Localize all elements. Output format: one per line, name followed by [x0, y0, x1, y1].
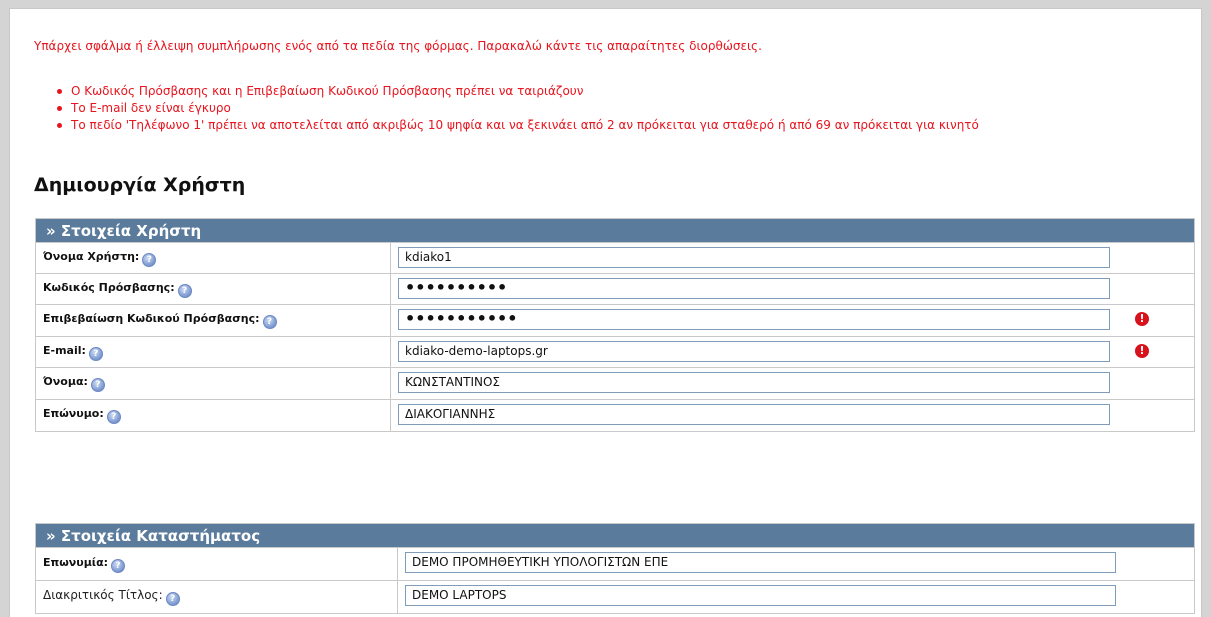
- field-value-cell: ••••••••••• !: [389, 304, 1196, 337]
- help-icon[interactable]: ?: [262, 315, 277, 329]
- form-error-message: Υπάρχει σφάλμα ή έλλειψη συμπλήρωσης ενό…: [34, 39, 762, 53]
- field-value-cell: kdiako-demo-laptops.gr !: [389, 336, 1196, 368]
- help-icon[interactable]: ?: [111, 558, 126, 573]
- store-section-header: » Στοιχεία Καταστήματος: [34, 523, 1196, 548]
- field-value-cell: kdiako1: [389, 242, 1196, 274]
- form-row-username: Όνομα Χρήστη:? kdiako1: [35, 242, 1196, 274]
- page: Υπάρχει σφάλμα ή έλλειψη συμπλήρωσης ενό…: [9, 8, 1202, 617]
- field-value-cell: DEMO ΠΡΟΜΗΘΕΥΤΙΚΗ ΥΠΟΛΟΓΙΣΤΩΝ ΕΠΕ: [396, 547, 1196, 581]
- company-name-input[interactable]: DEMO ΠΡΟΜΗΘΕΥΤΙΚΗ ΥΠΟΛΟΓΙΣΤΩΝ ΕΠΕ: [405, 552, 1116, 573]
- user-section-header: » Στοιχεία Χρήστη: [34, 218, 1196, 243]
- field-label-cell: Επώνυμο:?: [35, 399, 391, 432]
- form-row-company-name: Επωνυμία:? DEMO ΠΡΟΜΗΘΕΥΤΙΚΗ ΥΠΟΛΟΓΙΣΤΩΝ…: [35, 547, 1196, 581]
- company-name-label: Επωνυμία:: [43, 555, 109, 569]
- field-label-cell: E-mail:?: [35, 336, 391, 368]
- form-error-item: Ο Κωδικός Πρόσβασης και η Επιβεβαίωση Κω…: [56, 83, 979, 100]
- help-icon[interactable]: ?: [106, 410, 121, 424]
- field-label-cell: Διακριτικός Τίτλος:?: [35, 580, 398, 614]
- help-icon[interactable]: ?: [90, 378, 105, 392]
- store-section: » Στοιχεία Καταστήματος Επωνυμία:? DEMO …: [34, 523, 1196, 614]
- field-label-cell: Επωνυμία:?: [35, 547, 398, 581]
- section-title: » Στοιχεία Καταστήματος: [34, 523, 1196, 548]
- user-section: » Στοιχεία Χρήστη Όνομα Χρήστη:? kdiako1…: [34, 218, 1196, 432]
- field-value-cell: ••••••••••: [389, 273, 1196, 305]
- last-name-input[interactable]: ΔΙΑΚΟΓΙΑΝΝΗΣ: [398, 404, 1110, 425]
- form-row-password-confirm: Επιβεβαίωση Κωδικού Πρόσβασης:? ••••••••…: [35, 304, 1196, 337]
- field-label-cell: Επιβεβαίωση Κωδικού Πρόσβασης:?: [35, 304, 391, 337]
- help-icon[interactable]: ?: [177, 283, 192, 298]
- form-error-item: Το E-mail δεν είναι έγκυρο: [56, 100, 979, 117]
- error-icon: !: [1135, 344, 1149, 358]
- form-error-item: Το πεδίο 'Τηλέφωνο 1' πρέπει να αποτελεί…: [56, 117, 979, 134]
- trade-name-label: Διακριτικός Τίτλος:: [43, 588, 163, 602]
- email-input[interactable]: kdiako-demo-laptops.gr: [398, 341, 1110, 362]
- password-confirm-input[interactable]: •••••••••••: [398, 309, 1110, 330]
- password-input[interactable]: ••••••••••: [398, 278, 1110, 299]
- form-error-list: Ο Κωδικός Πρόσβασης και η Επιβεβαίωση Κω…: [56, 83, 979, 134]
- field-value-cell: ΔΙΑΚΟΓΙΑΝΝΗΣ: [389, 399, 1196, 432]
- username-input[interactable]: kdiako1: [398, 247, 1110, 268]
- help-icon[interactable]: ?: [165, 592, 180, 606]
- field-label-cell: Κωδικός Πρόσβασης:?: [35, 273, 391, 305]
- form-row-password: Κωδικός Πρόσβασης:? ••••••••••: [35, 273, 1196, 305]
- username-label: Όνομα Χρήστη:: [43, 249, 140, 263]
- form-row-trade-name: Διακριτικός Τίτλος:? DEMO LAPTOPS: [35, 580, 1196, 614]
- help-icon[interactable]: ?: [142, 252, 157, 267]
- field-label-cell: Όνομα:?: [35, 367, 391, 400]
- form-row-first-name: Όνομα:? ΚΩΝΣΤΑΝΤΙΝΟΣ: [35, 367, 1196, 400]
- last-name-label: Επώνυμο:: [43, 407, 104, 420]
- field-value-cell: DEMO LAPTOPS: [396, 580, 1196, 614]
- error-icon: !: [1135, 312, 1149, 326]
- password-confirm-label: Επιβεβαίωση Κωδικού Πρόσβασης:: [43, 312, 260, 325]
- email-label: E-mail:: [43, 343, 86, 357]
- section-title: » Στοιχεία Χρήστη: [34, 218, 1196, 243]
- password-label: Κωδικός Πρόσβασης:: [43, 280, 175, 294]
- field-label-cell: Όνομα Χρήστη:?: [35, 242, 391, 274]
- trade-name-input[interactable]: DEMO LAPTOPS: [405, 585, 1116, 606]
- first-name-input[interactable]: ΚΩΝΣΤΑΝΤΙΝΟΣ: [398, 372, 1110, 393]
- field-value-cell: ΚΩΝΣΤΑΝΤΙΝΟΣ: [389, 367, 1196, 400]
- help-icon[interactable]: ?: [88, 346, 103, 361]
- page-title: Δημιουργία Χρήστη: [34, 174, 246, 196]
- form-row-email: E-mail:? kdiako-demo-laptops.gr !: [35, 336, 1196, 368]
- first-name-label: Όνομα:: [43, 375, 88, 388]
- form-row-last-name: Επώνυμο:? ΔΙΑΚΟΓΙΑΝΝΗΣ: [35, 399, 1196, 432]
